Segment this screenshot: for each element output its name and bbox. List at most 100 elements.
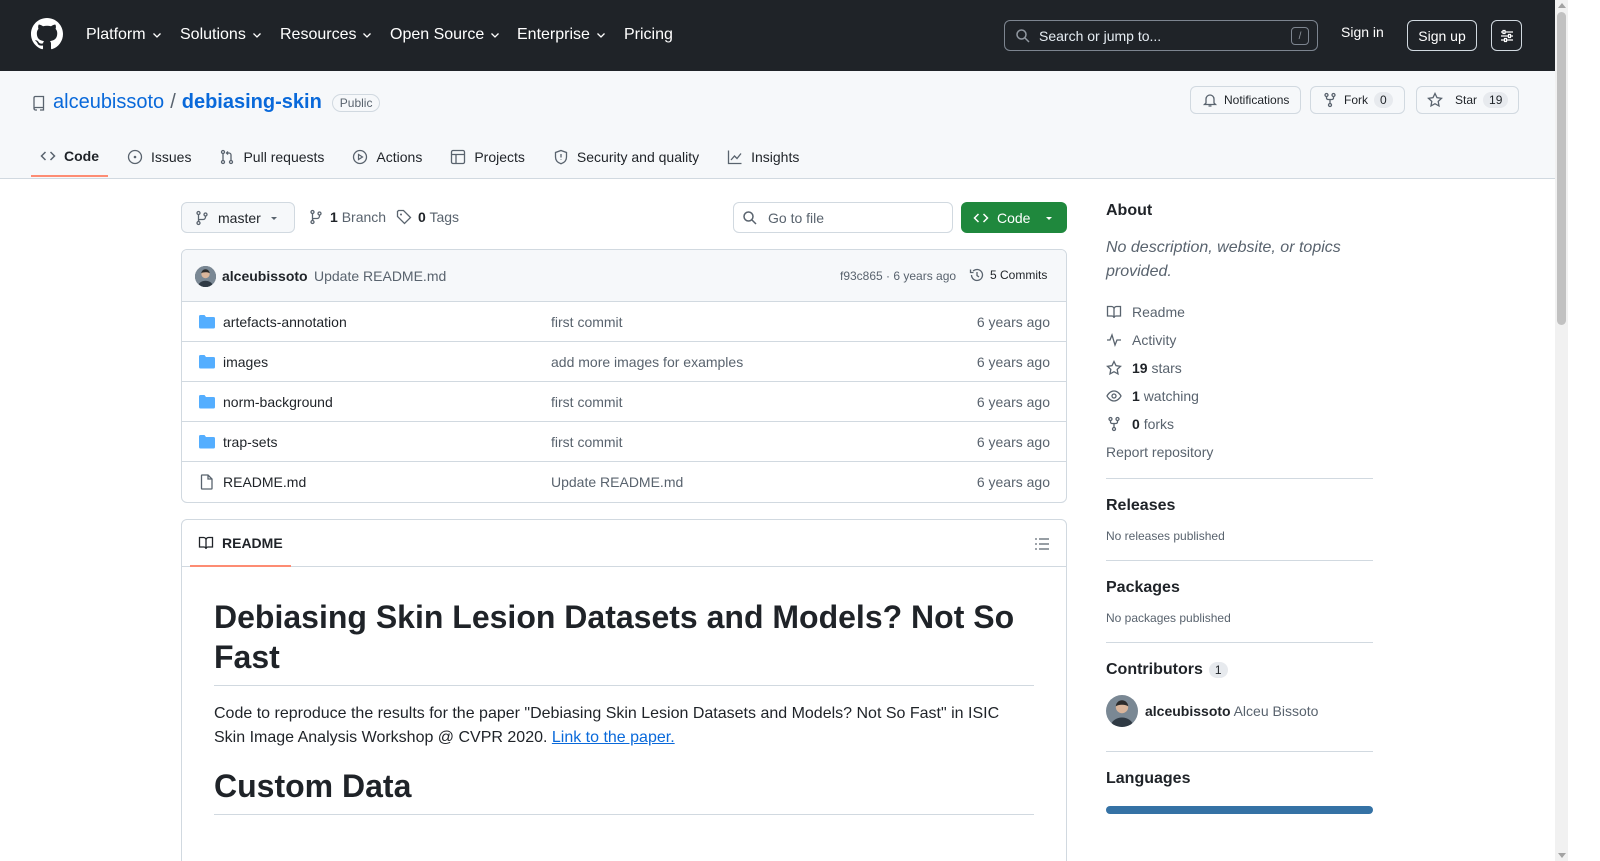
file-age: 6 years ago [976,434,1050,450]
readme-link[interactable]: Readme [1106,298,1373,326]
contributor-item[interactable]: alceubissoto Alceu Bissoto [1106,695,1373,727]
chevron-down-icon [252,33,261,38]
file-commit-message[interactable]: first commit [551,394,623,410]
caret-down-icon [270,216,277,220]
list-outline-icon[interactable] [1034,536,1050,552]
nav-label: Solutions [180,26,246,43]
nav-solutions[interactable]: Solutions [180,24,263,46]
tab-insights[interactable]: Insights [718,137,808,177]
readme-title: Debiasing Skin Lesion Datasets and Model… [214,597,1034,686]
file-age: 6 years ago [976,474,1050,490]
nav-open-source[interactable]: Open Source [390,24,501,46]
file-commit-message[interactable]: first commit [551,434,623,450]
folder-icon [199,315,215,329]
stars-link[interactable]: 19 stars [1106,354,1373,382]
paper-link[interactable]: Link to the paper. [552,729,675,746]
about-title: About [1106,202,1153,219]
avatar[interactable] [195,266,216,287]
chevron-down-icon [491,33,500,38]
fork-button[interactable]: Fork 0 [1310,86,1405,114]
file-row[interactable]: images add more images for examples 6 ye… [182,342,1066,382]
nav-label: Platform [86,26,146,43]
file-row[interactable]: README.md Update README.md 6 years ago [182,462,1066,502]
stars-count: 19 [1132,360,1148,376]
packages-text: No packages published [1106,611,1231,625]
github-logo-icon[interactable] [31,18,63,50]
page-scrollbar[interactable] [1555,0,1568,861]
divider [1106,751,1373,752]
watchers-link[interactable]: 1 watching [1106,382,1373,410]
file-row[interactable]: norm-background first commit 6 years ago [182,382,1066,422]
nav-platform[interactable]: Platform [86,24,163,46]
file-commit-message[interactable]: first commit [551,314,623,330]
repo-owner-link[interactable]: alceubissoto [53,91,164,114]
branch-label: Branch [341,209,387,225]
repo-name-link[interactable]: debiasing-skin [182,91,322,114]
star-label: Star [1455,93,1478,107]
repo-separator: / [170,91,176,113]
file-row[interactable]: trap-sets first commit 6 years ago [182,422,1066,462]
file-age: 6 years ago [976,354,1050,370]
tab-label: Actions [376,149,423,165]
nav-pricing[interactable]: Pricing [624,24,673,46]
code-dropdown-button[interactable]: Code [961,202,1067,233]
scroll-down-arrow-icon[interactable] [1558,853,1566,858]
file-commit-message[interactable]: Update README.md [551,474,683,490]
file-row[interactable]: artefacts-annotation first commit 6 year… [182,302,1066,342]
shield-icon [554,149,568,165]
tab-actions[interactable]: Actions [343,137,431,177]
scrollbar-thumb[interactable] [1557,12,1566,325]
tab-label: Security and quality [576,149,700,165]
file-name[interactable]: artefacts-annotation [223,314,347,330]
commit-hash-time[interactable]: f93c865 · 6 years ago [840,269,956,283]
commits-link[interactable]: 5 Commits [969,267,1047,283]
sliders-icon [1500,29,1513,42]
sign-up-button[interactable]: Sign up [1407,20,1477,51]
tab-security[interactable]: Security and quality [544,137,708,177]
activity-link[interactable]: Activity [1106,326,1373,354]
sign-in-link[interactable]: Sign in [1341,24,1384,40]
file-name[interactable]: README.md [223,474,306,490]
history-icon [969,268,984,282]
commit-author[interactable]: alceubissoto [222,268,308,284]
star-button[interactable]: Star 19 [1416,86,1520,114]
tab-label: Projects [474,149,525,165]
file-name[interactable]: norm-background [223,394,333,410]
forks-link[interactable]: 0 forks [1106,410,1373,438]
notifications-button[interactable]: Notifications [1190,86,1302,114]
file-name[interactable]: trap-sets [223,434,277,450]
go-to-file-input[interactable]: Go to file [733,202,953,233]
contributors-title[interactable]: Contributors [1106,661,1203,679]
file-name[interactable]: images [223,354,268,370]
readme-tabbar: README [182,520,1066,567]
about-description: No description, website, or topics provi… [1106,239,1341,280]
tab-issues[interactable]: Issues [118,137,200,177]
nav-label: Enterprise [517,26,590,43]
chevron-down-icon [152,33,161,38]
tab-label: Pull requests [243,149,325,165]
tags-link[interactable]: 0 Tags [396,209,459,225]
tab-projects[interactable]: Projects [441,137,534,177]
folder-icon [199,355,215,369]
chevron-down-icon [596,33,605,38]
report-repository-link[interactable]: Report repository [1106,438,1373,466]
readme-tab[interactable]: README [190,520,291,567]
nav-resources[interactable]: Resources [280,24,373,46]
releases-title[interactable]: Releases [1106,497,1373,515]
mobile-menu-button[interactable] [1491,20,1522,51]
scroll-up-arrow-icon[interactable] [1558,3,1566,8]
repo-tabs: Code Issues Pull requests Actions Projec… [31,137,818,179]
readme-link-label: Readme [1132,304,1185,320]
tag-icon [396,209,412,225]
tab-pull-requests[interactable]: Pull requests [210,137,333,177]
avatar[interactable] [1106,695,1138,727]
nav-enterprise[interactable]: Enterprise [517,24,607,46]
commit-message[interactable]: Update README.md [314,268,446,284]
branch-selector[interactable]: master [181,202,295,233]
file-commit-message[interactable]: add more images for examples [551,354,743,370]
search-input[interactable]: Search or jump to... / [1004,20,1318,51]
branches-link[interactable]: 1 Branch [308,209,386,225]
tab-code[interactable]: Code [31,137,108,177]
packages-title[interactable]: Packages [1106,579,1373,597]
graph-icon [727,150,742,165]
